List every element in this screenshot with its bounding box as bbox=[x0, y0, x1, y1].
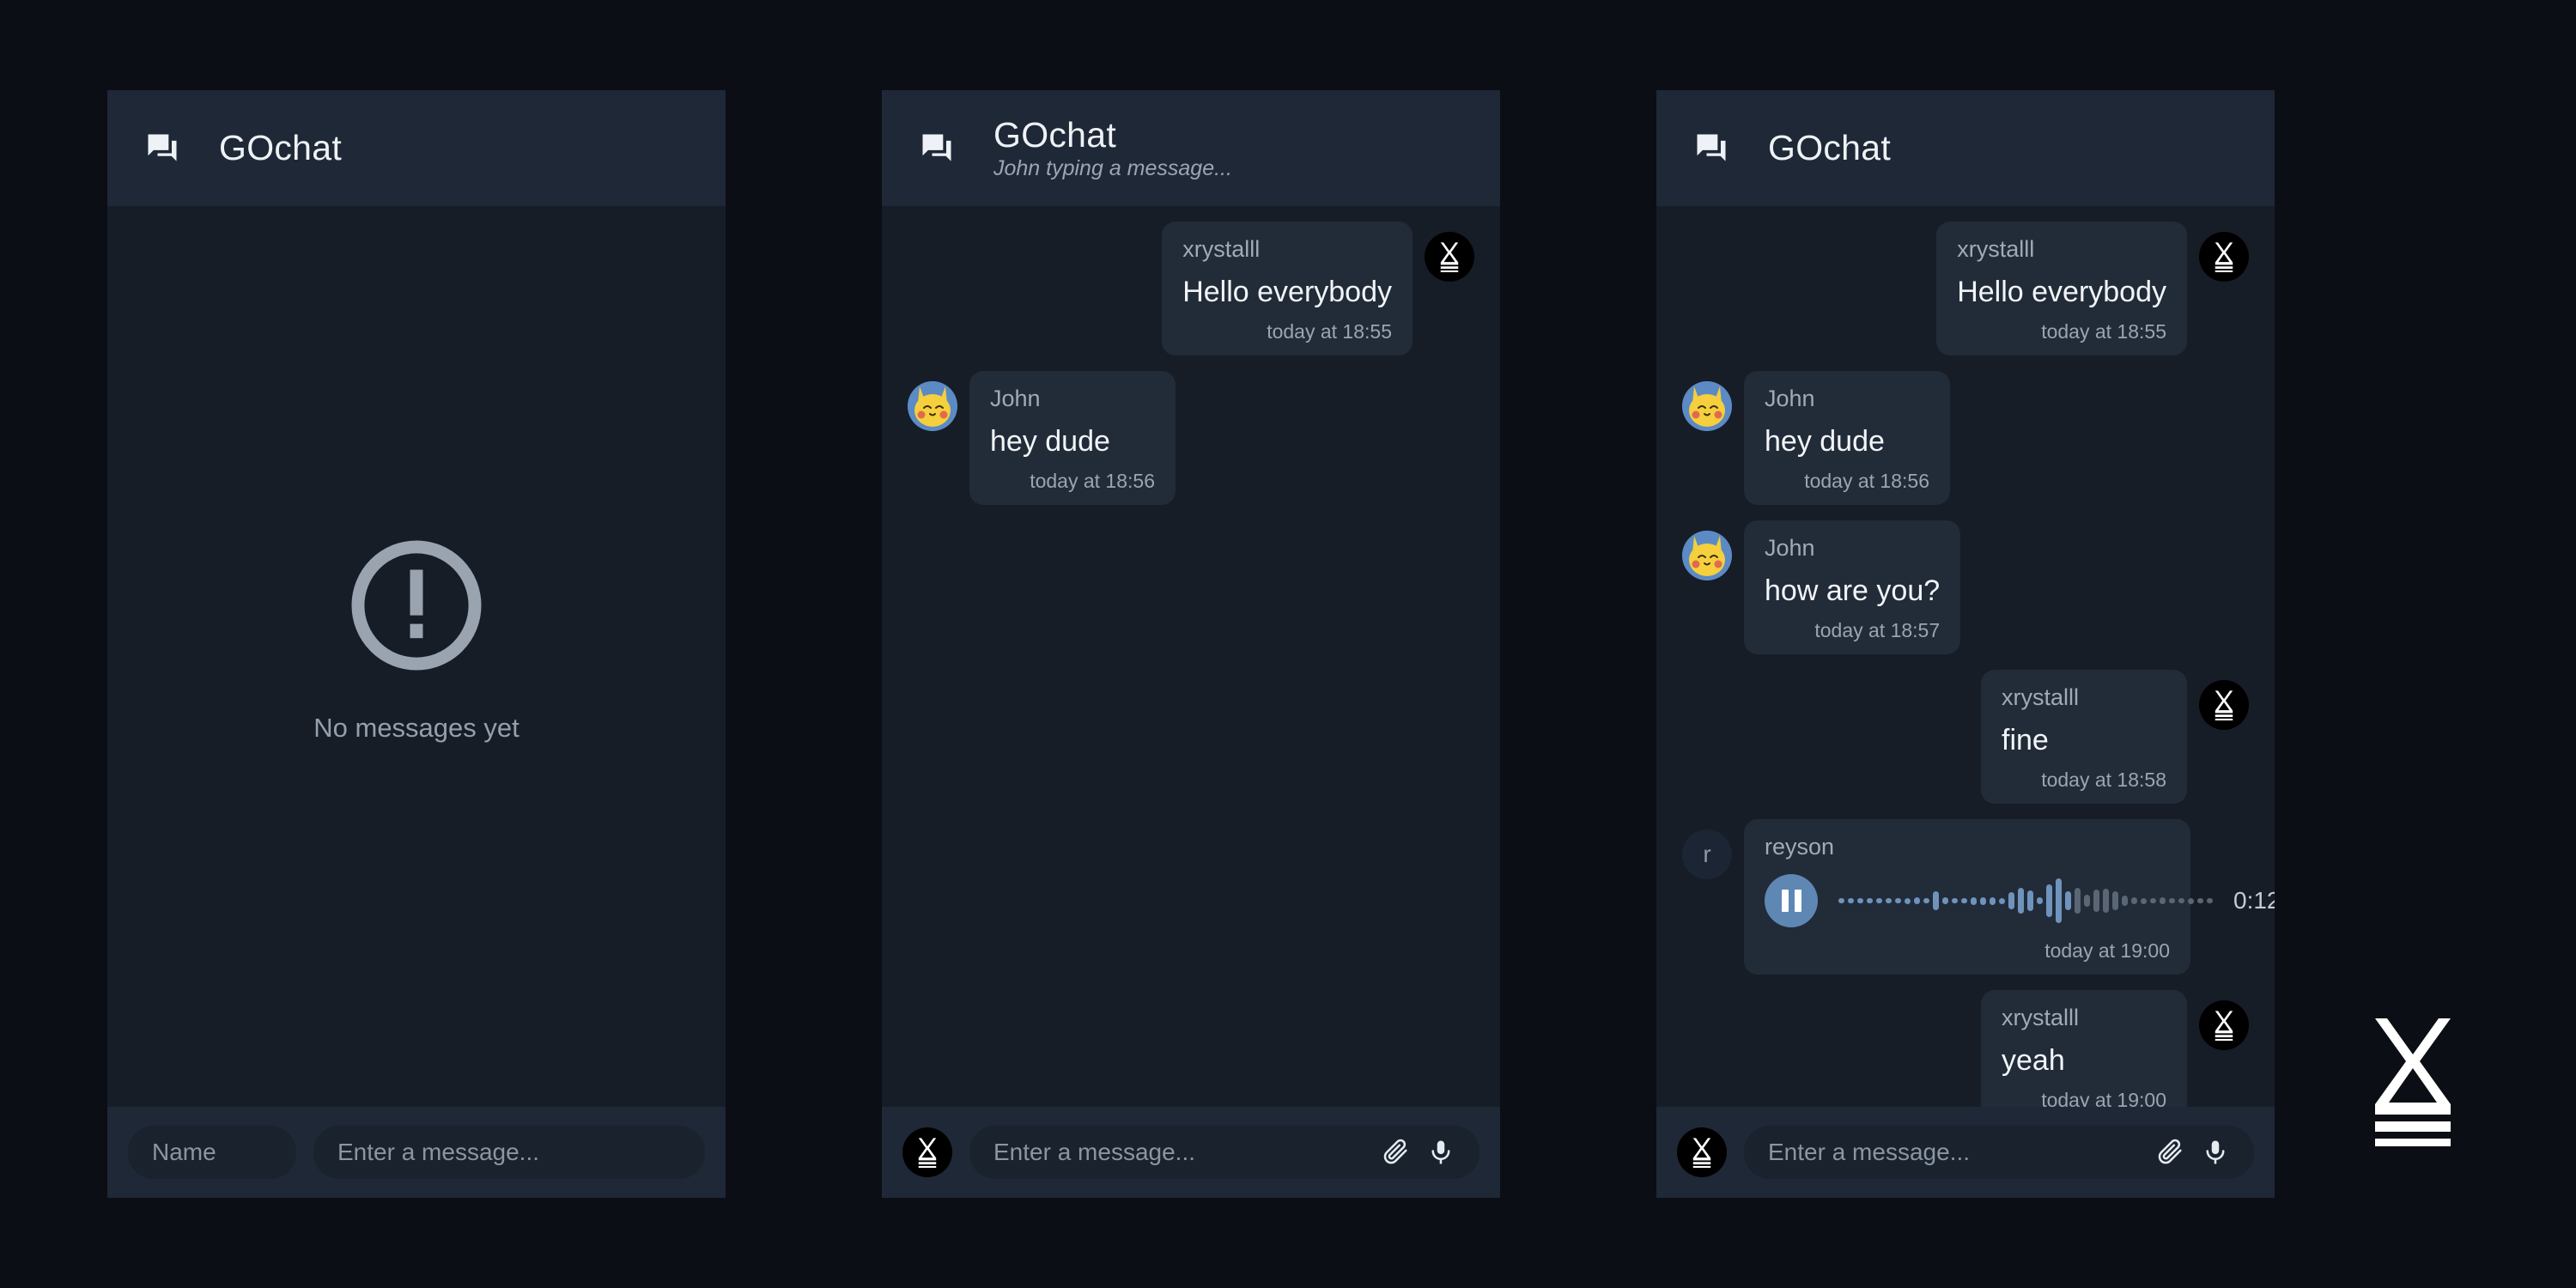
message-bubble[interactable]: John hey dude today at 18:56 bbox=[1744, 371, 1950, 506]
voice-player: 0:12 bbox=[1765, 874, 2275, 927]
header-text-group: GOchat bbox=[219, 131, 342, 166]
message-input[interactable]: Enter a message... bbox=[1744, 1126, 2254, 1179]
message-timestamp: today at 18:55 bbox=[2041, 320, 2166, 343]
message-author: John bbox=[1765, 386, 1815, 412]
message-author: John bbox=[990, 386, 1041, 412]
panel-typing: GOchat John typing a message... xrystalll H… bbox=[882, 90, 1500, 1198]
message-timestamp: today at 19:00 bbox=[2044, 939, 2170, 962]
message-bubble[interactable]: xrystalll fine today at 18:58 bbox=[1981, 670, 2187, 805]
avatar-john bbox=[908, 381, 957, 432]
message-bubble[interactable]: xrystalll Hello everybody today at 18:55 bbox=[1936, 222, 2187, 356]
message-bubble[interactable]: xrystalll Hello everybody today at 18:55 bbox=[1162, 222, 1413, 356]
paperclip-icon[interactable] bbox=[1382, 1138, 1411, 1167]
message-timestamp: today at 18:58 bbox=[2041, 769, 2166, 792]
message-text: hey dude bbox=[990, 424, 1110, 458]
empty-state: No messages yet bbox=[313, 534, 519, 744]
panel-header: GOchat bbox=[1656, 90, 2275, 206]
avatar-john bbox=[1682, 531, 1732, 581]
avatar-xrystalll bbox=[2199, 680, 2249, 731]
name-input[interactable]: Name bbox=[128, 1126, 296, 1179]
avatar-xrystalll bbox=[2199, 232, 2249, 282]
voice-waveform[interactable] bbox=[1838, 874, 2213, 927]
message-feed: No messages yet bbox=[107, 206, 726, 1107]
microphone-icon[interactable] bbox=[1426, 1138, 1455, 1167]
brand-logo-mark bbox=[2370, 1013, 2456, 1149]
message-text: yeah bbox=[2002, 1043, 2065, 1077]
message-row: xrystalll Hello everybody today at 18:55 bbox=[908, 222, 1474, 356]
panel-empty: GOchat No messages yet Name Enter a message… bbox=[107, 90, 726, 1198]
paperclip-icon[interactable] bbox=[2156, 1138, 2185, 1167]
message-row: John hey dude today at 18:56 bbox=[908, 371, 1474, 506]
composer-user-avatar[interactable] bbox=[1677, 1127, 1727, 1177]
message-input[interactable]: Enter a message... bbox=[313, 1126, 705, 1179]
message-bubble[interactable]: John how are you? today at 18:57 bbox=[1744, 520, 1961, 655]
avatar-john bbox=[1682, 381, 1732, 432]
message-timestamp: today at 18:56 bbox=[1030, 470, 1155, 493]
header-text-group: GOchat bbox=[1768, 131, 1891, 166]
message-row: xrystalll fine today at 18:58 bbox=[1682, 670, 2249, 805]
message-author: xrystalll bbox=[2002, 684, 2080, 711]
message-text: how are you? bbox=[1765, 574, 1941, 607]
message-input-placeholder: Enter a message... bbox=[993, 1139, 1196, 1165]
message-composer: Enter a message... bbox=[1656, 1107, 2275, 1198]
panel-header: GOchat bbox=[107, 90, 726, 206]
voice-duration: 0:12 bbox=[2233, 887, 2275, 914]
panel-header: GOchat John typing a message... bbox=[882, 90, 1500, 206]
exclamation-circle-icon bbox=[345, 534, 488, 677]
pause-button[interactable] bbox=[1765, 874, 1818, 927]
message-input-placeholder: Enter a message... bbox=[1768, 1139, 1971, 1165]
header-text-group: GOchat John typing a message... bbox=[993, 114, 1232, 180]
panel-conversation: GOchat xrystalll Hello everybody today at 1… bbox=[1656, 90, 2275, 1198]
message-feed: xrystalll Hello everybody today at 18:55 Jo… bbox=[882, 206, 1500, 1107]
chat-bubbles-icon bbox=[143, 130, 181, 167]
message-author: xrystalll bbox=[1182, 236, 1261, 262]
message-text: Hello everybody bbox=[1182, 275, 1392, 308]
avatar-reyson: r bbox=[1682, 829, 1732, 880]
name-input-placeholder: Name bbox=[152, 1139, 216, 1165]
composer-user-avatar[interactable] bbox=[902, 1127, 952, 1177]
microphone-icon[interactable] bbox=[2201, 1138, 2230, 1167]
message-bubble[interactable]: xrystalll yeah today at 19:00 bbox=[1981, 990, 2187, 1107]
message-composer: Name Enter a message... bbox=[107, 1107, 726, 1198]
message-text: fine bbox=[2002, 723, 2049, 756]
message-row: xrystalll yeah today at 19:00 bbox=[1682, 990, 2249, 1107]
message-row: John hey dude today at 18:56 bbox=[1682, 371, 2249, 506]
chat-bubbles-icon bbox=[1692, 130, 1730, 167]
avatar-xrystalll bbox=[1425, 232, 1474, 282]
message-timestamp: today at 18:55 bbox=[1267, 320, 1392, 343]
chat-bubbles-icon bbox=[918, 130, 956, 167]
app-title: GOchat bbox=[219, 128, 343, 167]
message-row: r reyson 0:12 today at 19:00 bbox=[1682, 819, 2275, 975]
typing-indicator: John typing a message... bbox=[993, 155, 1232, 180]
message-author: xrystalll bbox=[2002, 1005, 2080, 1030]
message-timestamp: today at 18:56 bbox=[1804, 470, 1929, 493]
message-bubble[interactable]: John hey dude today at 18:56 bbox=[969, 371, 1176, 506]
panels-stage: GOchat No messages yet Name Enter a message… bbox=[0, 0, 2576, 1288]
message-author: xrystalll bbox=[1957, 236, 2035, 262]
app-title: GOchat bbox=[1768, 128, 1892, 167]
message-author: reyson bbox=[1765, 834, 1835, 860]
message-author: John bbox=[1765, 535, 1815, 562]
message-input-placeholder: Enter a message... bbox=[337, 1139, 540, 1165]
message-timestamp: today at 18:57 bbox=[1814, 619, 1941, 642]
app-title: GOchat bbox=[993, 114, 1117, 155]
message-input[interactable]: Enter a message... bbox=[969, 1126, 1479, 1179]
message-text: Hello everybody bbox=[1957, 275, 2166, 308]
message-timestamp: today at 19:00 bbox=[2041, 1089, 2166, 1107]
message-composer: Enter a message... bbox=[882, 1107, 1500, 1198]
message-feed: xrystalll Hello everybody today at 18:55 Jo… bbox=[1656, 206, 2275, 1107]
empty-state-text: No messages yet bbox=[313, 712, 519, 743]
message-text: hey dude bbox=[1765, 424, 1885, 458]
message-bubble[interactable]: reyson 0:12 today at 19:00 bbox=[1744, 819, 2275, 975]
avatar-xrystalll bbox=[2199, 1000, 2249, 1050]
message-row: xrystalll Hello everybody today at 18:55 bbox=[1682, 222, 2249, 356]
message-row: John how are you? today at 18:57 bbox=[1682, 520, 2249, 655]
